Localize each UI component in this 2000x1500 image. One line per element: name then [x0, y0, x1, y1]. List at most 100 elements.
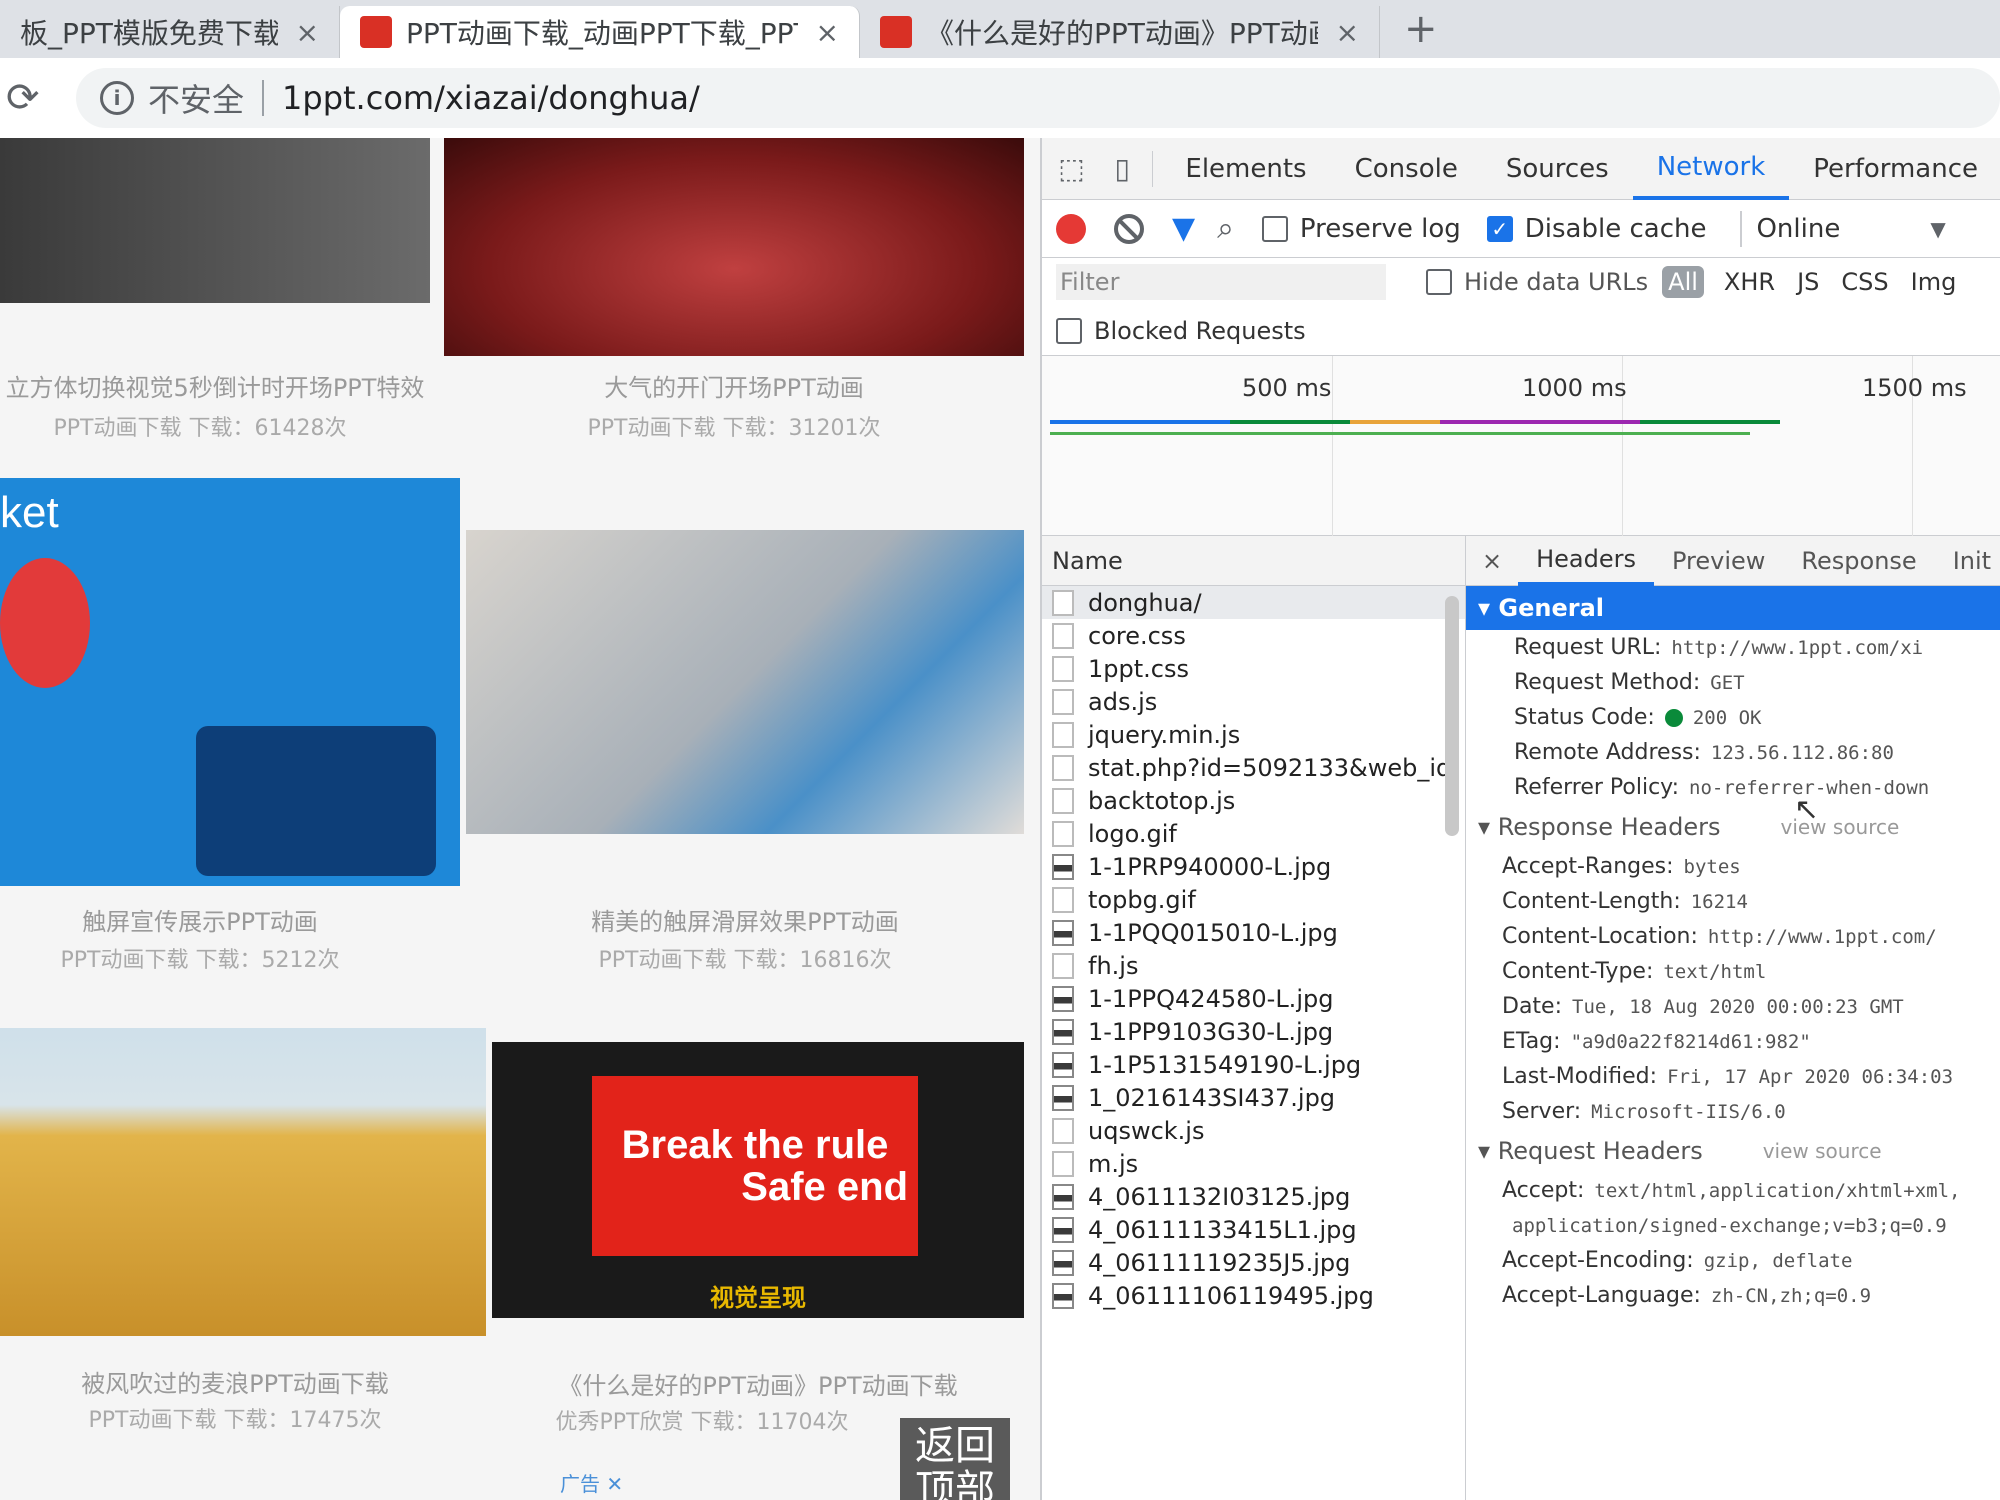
address-bar[interactable]: i 不安全 1ppt.com/xiazai/donghua/ — [76, 68, 2000, 128]
request-row[interactable]: ads.js — [1042, 685, 1465, 718]
header-row: Last-Modified: Fri, 17 Apr 2020 06:34:03 — [1466, 1059, 2000, 1094]
throttle-value: Online — [1756, 213, 1841, 244]
thumbnail-image[interactable] — [444, 138, 1024, 356]
tab-headers[interactable]: Headers — [1518, 536, 1654, 586]
hide-data-urls-checkbox[interactable] — [1426, 269, 1452, 295]
request-name: 1-1PRP940000-L.jpg — [1088, 852, 1332, 881]
browser-tab-active[interactable]: PPT动画下载_动画PPT下载_PPT × — [340, 6, 860, 58]
inspect-element-icon[interactable]: ⬚ — [1050, 144, 1093, 194]
request-name: topbg.gif — [1088, 885, 1196, 914]
request-row[interactable]: 4_06111106119495.jpg — [1042, 1279, 1465, 1312]
request-headers-section-header[interactable]: ▾ Request Headers view source — [1466, 1129, 2000, 1173]
browser-tab[interactable]: 板_PPT模版免费下载_免费 × — [0, 6, 340, 58]
type-filter-css[interactable]: CSS — [1841, 268, 1888, 296]
record-button[interactable] — [1056, 213, 1086, 244]
throttle-select[interactable]: Online ▼ — [1756, 214, 1945, 244]
close-icon[interactable]: × — [1466, 547, 1518, 575]
request-rows: donghua/core.css 1ppt.css ads.js jquery.min… — [1042, 586, 1465, 1312]
request-row[interactable]: 1-1PQQ015010-L.jpg — [1042, 916, 1465, 949]
type-filter-all[interactable]: All — [1662, 266, 1704, 298]
request-row[interactable]: 4_06111119235J5.jpg — [1042, 1246, 1465, 1279]
tab-elements[interactable]: Elements — [1161, 138, 1330, 200]
close-icon[interactable]: × — [816, 16, 839, 49]
tab-console[interactable]: Console — [1331, 138, 1482, 200]
name-column-header[interactable]: Name — [1042, 536, 1465, 586]
header-row: Referrer Policy: no-referrer-when-down — [1466, 770, 2000, 805]
thumbnail-image[interactable]: ket — [0, 478, 460, 886]
browser-tab[interactable]: 《什么是好的PPT动画》PPT动画 × — [860, 6, 1380, 58]
screen: 板_PPT模版免费下载_免费 × PPT动画下载_动画PPT下载_PPT × 《… — [0, 0, 2000, 1500]
view-source-link[interactable]: view source — [1763, 1139, 1882, 1163]
request-row[interactable]: stat.php?id=5092133&web_id — [1042, 751, 1465, 784]
response-headers-section-header[interactable]: ▾ Response Headers view source — [1466, 805, 2000, 849]
back-to-top-button[interactable]: 返回顶部 — [900, 1418, 1010, 1500]
header-value: zh-CN,zh;q=0.9 — [1710, 1284, 1872, 1307]
reload-icon[interactable]: ⟳ — [6, 75, 66, 121]
request-row[interactable]: 1-1PP9103G30-L.jpg — [1042, 1015, 1465, 1048]
tab-initiator[interactable]: Init — [1935, 536, 2000, 586]
filter-input[interactable]: Filter — [1056, 264, 1386, 300]
waterfall-bar — [1440, 420, 1640, 424]
close-icon[interactable]: × — [1336, 16, 1359, 49]
preserve-log-checkbox[interactable] — [1261, 215, 1288, 242]
card-title[interactable]: 精美的触屏滑屏效果PPT动画 — [466, 902, 1024, 937]
blocked-requests-label: Blocked Requests — [1094, 316, 1306, 345]
request-row[interactable]: donghua/ — [1042, 586, 1465, 619]
waterfall-bar — [1640, 420, 1780, 424]
request-row[interactable]: fh.js — [1042, 949, 1465, 982]
thumbnail-image[interactable] — [466, 530, 1024, 834]
request-row[interactable]: 1_0216143SI437.jpg — [1042, 1081, 1465, 1114]
general-section-header[interactable]: ▾ General — [1466, 586, 2000, 630]
header-key: Content-Location: — [1502, 924, 1698, 949]
thumbnail-image[interactable] — [0, 1028, 486, 1336]
request-row[interactable]: jquery.min.js — [1042, 718, 1465, 751]
scrollbar[interactable] — [1445, 596, 1459, 836]
request-row[interactable]: logo.gif — [1042, 817, 1465, 850]
thumbnail-image[interactable]: Break the rule Safe end 视觉呈现 — [492, 1042, 1024, 1318]
blocked-requests-checkbox[interactable] — [1056, 317, 1082, 344]
card-title[interactable]: 被风吹过的麦浪PPT动画下载 — [0, 1364, 470, 1399]
request-row[interactable]: 1ppt.css — [1042, 652, 1465, 685]
new-tab-button[interactable]: + — [1404, 6, 1438, 52]
filter-icon[interactable]: ▼ — [1172, 211, 1195, 246]
thumbnail-image[interactable] — [0, 138, 430, 303]
request-name: jquery.min.js — [1088, 720, 1241, 749]
clear-icon[interactable] — [1114, 213, 1144, 244]
type-filter-js[interactable]: JS — [1797, 268, 1819, 296]
close-icon[interactable]: × — [296, 16, 319, 49]
network-overview[interactable]: 500 ms 1000 ms 1500 ms — [1042, 356, 2000, 536]
type-filter-xhr[interactable]: XHR — [1724, 268, 1775, 296]
tab-network[interactable]: Network — [1632, 138, 1790, 200]
request-row[interactable]: 4_06111133415L1.jpg — [1042, 1213, 1465, 1246]
info-icon[interactable]: i — [100, 81, 134, 115]
devtools-tabbar: ⬚ ▯ Elements Console Sources Network Per… — [1042, 138, 2000, 200]
url-text[interactable]: 1ppt.com/xiazai/donghua/ — [282, 79, 700, 117]
request-row[interactable]: m.js — [1042, 1147, 1465, 1180]
device-toolbar-icon[interactable]: ▯ — [1101, 144, 1144, 194]
tab-performance[interactable]: Performance — [1789, 138, 2000, 200]
type-filter-img[interactable]: Img — [1911, 268, 1957, 296]
disable-cache-checkbox[interactable]: ✓ — [1486, 215, 1513, 242]
request-row[interactable]: 4_0611132I03125.jpg — [1042, 1180, 1465, 1213]
card-title[interactable]: 《什么是好的PPT动画》PPT动画下载 — [492, 1366, 1024, 1401]
request-row[interactable]: 1-1PPQ424580-L.jpg — [1042, 982, 1465, 1015]
request-row[interactable]: core.css — [1042, 619, 1465, 652]
search-icon[interactable]: ⌕ — [1217, 211, 1234, 246]
card-title[interactable]: 大气的开门开场PPT动画 — [444, 368, 1024, 403]
request-row[interactable]: 1-1P5131549190-L.jpg — [1042, 1048, 1465, 1081]
tab-response[interactable]: Response — [1783, 536, 1934, 586]
card-title[interactable]: 触屏宣传展示PPT动画 — [0, 902, 400, 937]
ad-label[interactable]: 广告 ✕ — [560, 1468, 623, 1497]
tab-sources[interactable]: Sources — [1482, 138, 1633, 200]
card-title[interactable]: 立方体切换视觉5秒倒计时开场PPT特效 — [0, 368, 430, 403]
request-row[interactable]: backtotop.js — [1042, 784, 1465, 817]
header-row: Request Method: GET — [1466, 665, 2000, 700]
card-meta: PPT动画下载 下载：16816次 — [598, 948, 892, 973]
request-row[interactable]: topbg.gif — [1042, 883, 1465, 916]
header-row: application/signed-exchange;v=b3;q=0.9 — [1466, 1208, 2000, 1243]
request-row[interactable]: 1-1PRP940000-L.jpg — [1042, 850, 1465, 883]
card-meta: 优秀PPT欣赏 下载：11704次 — [555, 1410, 849, 1435]
request-row[interactable]: uqswck.js — [1042, 1114, 1465, 1147]
request-name: uqswck.js — [1088, 1116, 1205, 1145]
tab-preview[interactable]: Preview — [1654, 536, 1783, 586]
